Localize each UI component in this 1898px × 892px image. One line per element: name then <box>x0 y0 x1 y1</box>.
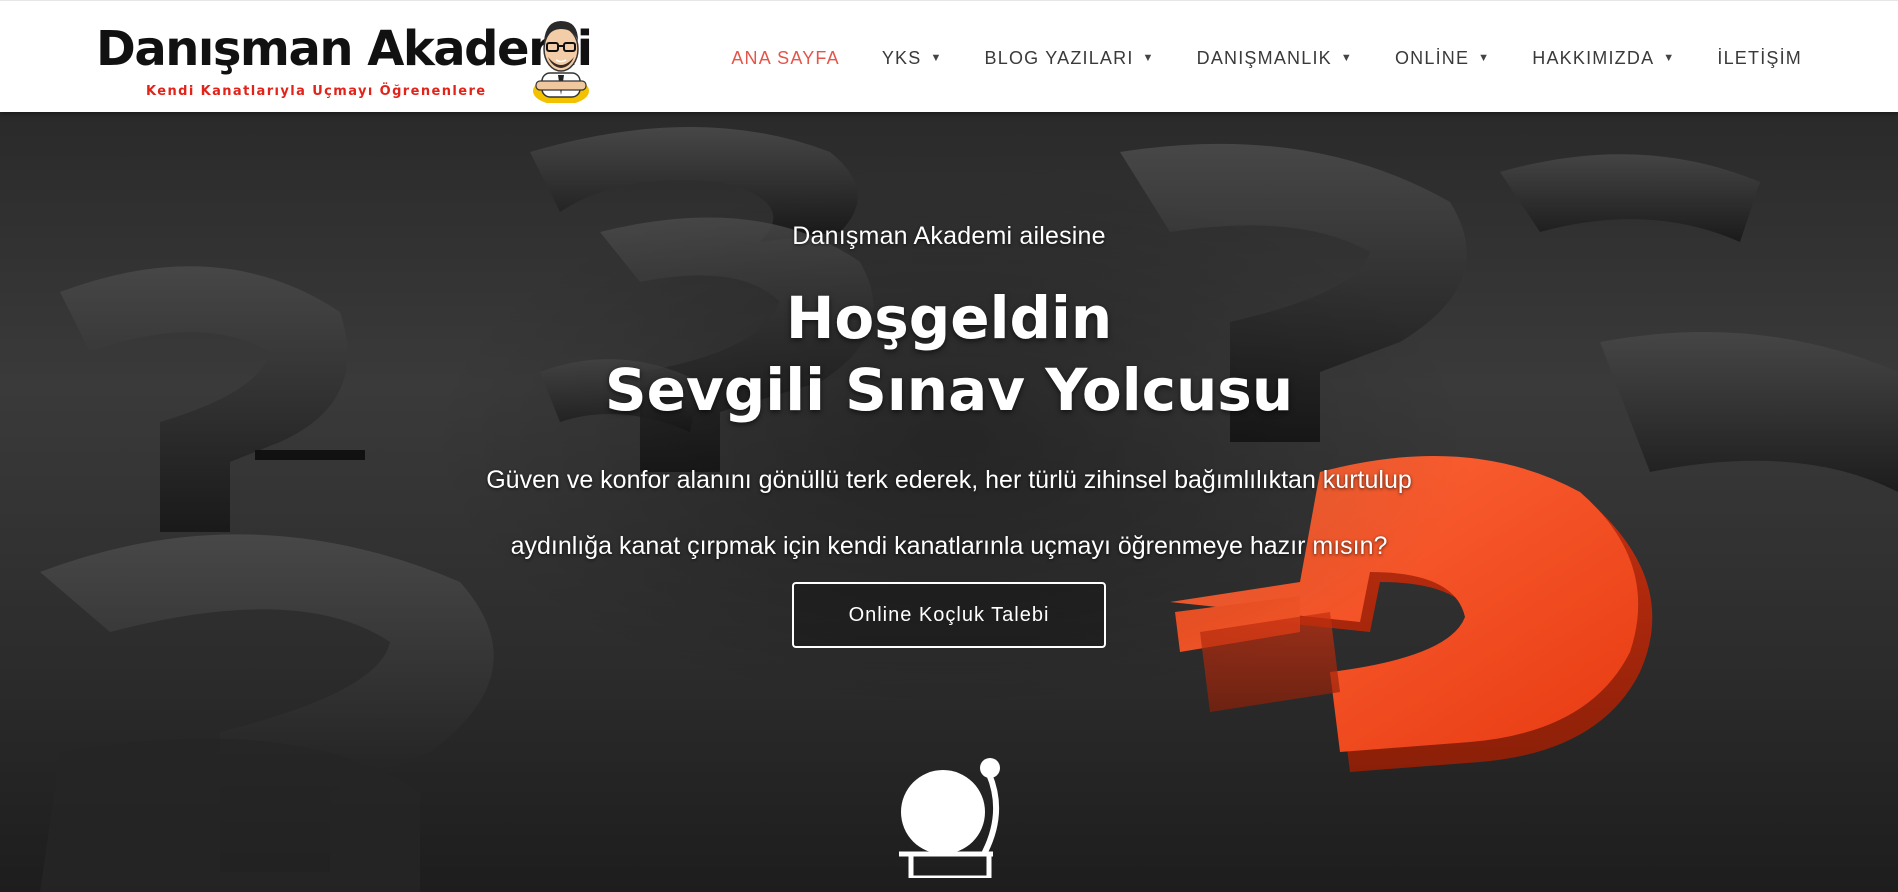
hero-intro: Danışman Akademi ailesine <box>792 222 1106 250</box>
main-nav: ANA SAYFA YKS ▼ BLOG YAZILARI ▼ DANIŞMAN… <box>710 45 1802 71</box>
nav-item-label: HAKKIMIZDA <box>1532 47 1655 68</box>
hero-title-line2: Sevgili Sınav Yolcusu <box>604 356 1294 424</box>
hero-text-line2: aydınlığa kanat çırpmak için kendi kanat… <box>510 532 1388 560</box>
logo-tagline: Kendi Kanatlarıyla Uçmayı Öğrenenlere <box>146 84 487 99</box>
bell-icon[interactable] <box>893 754 1005 878</box>
nav-item-label: ANA SAYFA <box>731 47 840 68</box>
nav-item-online[interactable]: ONLİNE ▼ <box>1374 45 1511 71</box>
nav-item-blog-yazilari[interactable]: BLOG YAZILARI ▼ <box>964 45 1176 71</box>
online-coaching-request-button[interactable]: Online Koçluk Talebi <box>792 582 1106 648</box>
nav-item-label: ONLİNE <box>1394 47 1470 68</box>
hero-text: Güven ve konfor alanını gönüllü terk ede… <box>0 447 1898 579</box>
hero-title: Hoşgeldin Sevgili Sınav Yolcusu <box>0 282 1898 426</box>
nav-item-label: YKS <box>881 47 922 68</box>
hero-title-line1: Hoşgeldin <box>785 284 1113 352</box>
chevron-down-icon: ▼ <box>1663 52 1676 64</box>
chevron-down-icon: ▼ <box>1340 52 1353 64</box>
nav-item-label: BLOG YAZILARI <box>984 47 1134 68</box>
site-header: Danışman Akademi Kendi Kanatlarıyla Uçma… <box>0 0 1898 112</box>
nav-item-label: İLETİŞİM <box>1717 47 1802 68</box>
nav-item-yks[interactable]: YKS ▼ <box>861 45 964 71</box>
nav-item-label: DANIŞMANLIK <box>1196 47 1332 68</box>
chevron-down-icon: ▼ <box>1478 52 1491 64</box>
nav-item-hakkimizda[interactable]: HAKKIMIZDA ▼ <box>1511 45 1696 71</box>
chevron-down-icon: ▼ <box>930 52 943 64</box>
nav-item-iletisim[interactable]: İLETİŞİM <box>1696 45 1802 71</box>
mascot-icon <box>533 21 589 103</box>
hero-section: Danışman Akademi ailesine Hoşgeldin Sevg… <box>0 112 1898 892</box>
site-logo[interactable]: Danışman Akademi Kendi Kanatlarıyla Uçma… <box>92 13 593 103</box>
nav-item-danismanlik[interactable]: DANIŞMANLIK ▼ <box>1176 45 1374 71</box>
hero-text-line1: Güven ve konfor alanını gönüllü terk ede… <box>486 466 1412 494</box>
nav-item-ana-sayfa[interactable]: ANA SAYFA <box>710 45 861 71</box>
chevron-down-icon: ▼ <box>1142 52 1155 64</box>
logo-title: Danışman Akademi <box>96 21 593 77</box>
